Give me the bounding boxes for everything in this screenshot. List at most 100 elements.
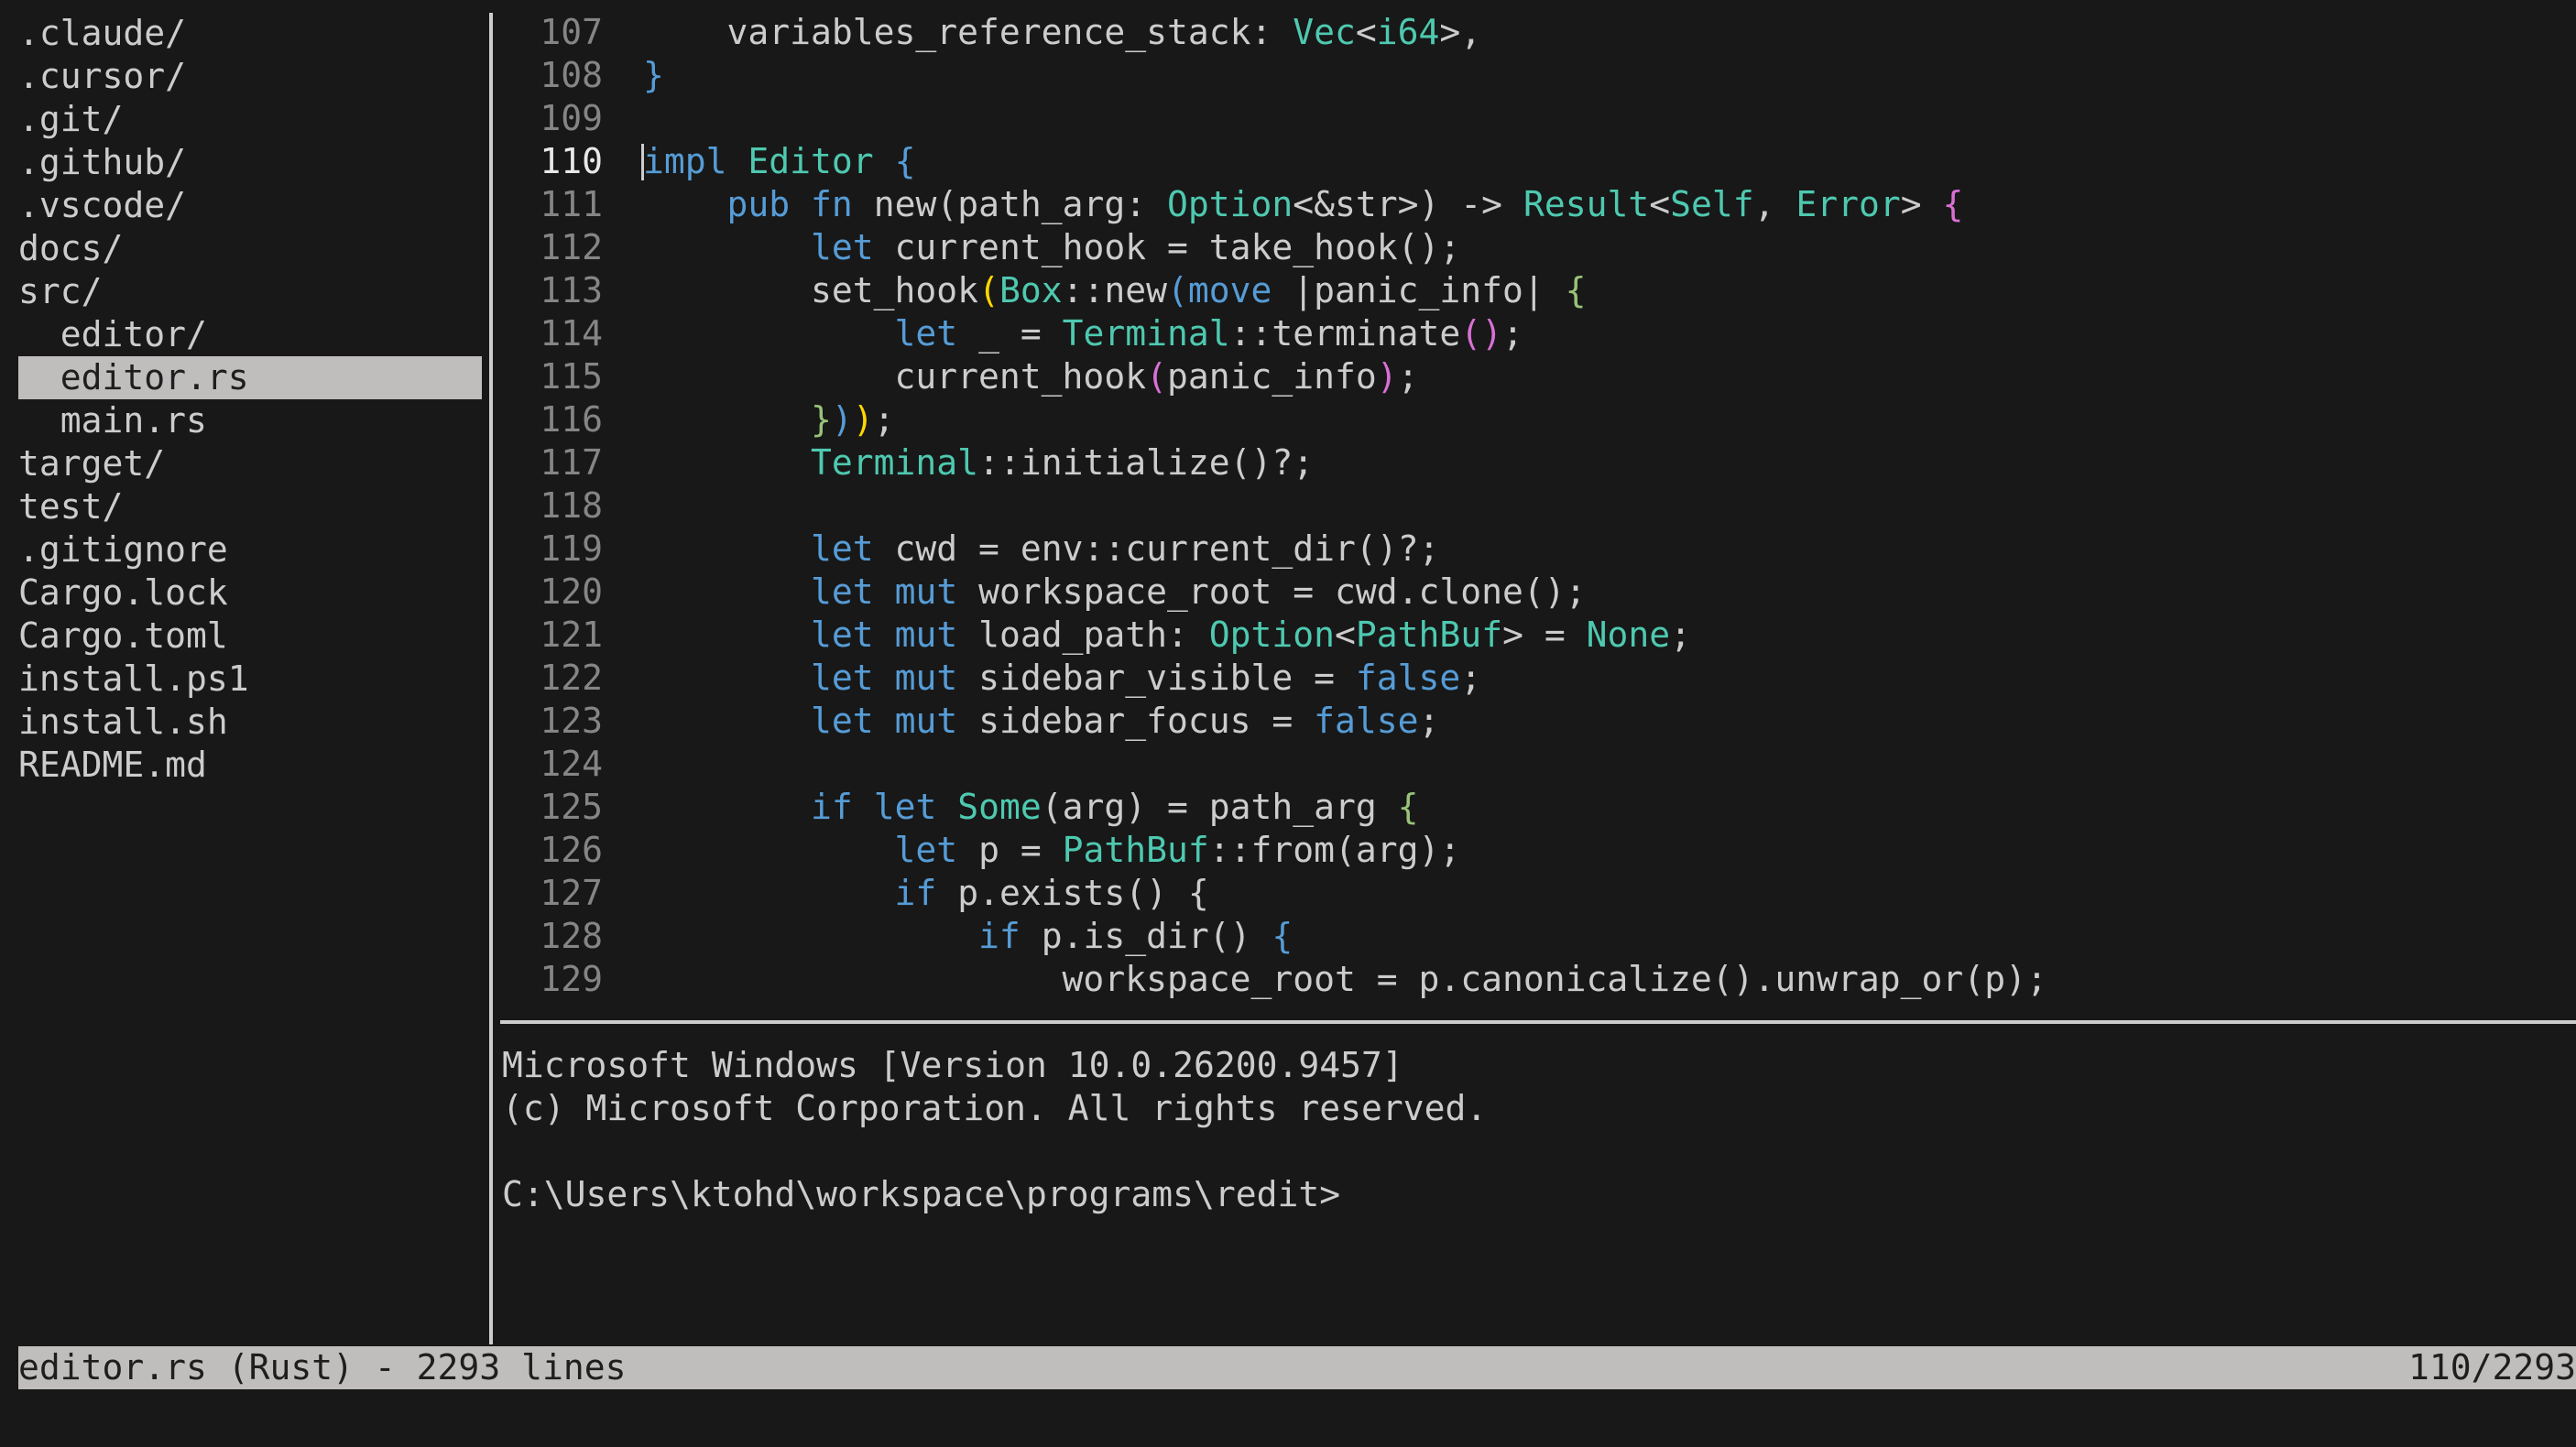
code-text: })); (643, 398, 895, 441)
line-number: 124 (540, 744, 603, 784)
code-token: current_hook = take_hook(); (873, 227, 1461, 267)
code-token: ; (1670, 615, 1691, 655)
code-token: Some (957, 787, 1042, 827)
code-token: fn (811, 184, 853, 224)
code-token: ( (1146, 356, 1167, 397)
code-editor[interactable]: 107 variables_reference_stack: Vec<i64>,… (495, 11, 2576, 1018)
code-token: { (894, 141, 916, 181)
code-text: let mut workspace_root = cwd.clone(); (643, 571, 1587, 614)
line-number: 125 (540, 787, 603, 827)
line-number: 126 (540, 830, 603, 870)
code-token: let (894, 313, 958, 354)
tree-folder-item[interactable]: src/ (18, 270, 482, 313)
tree-file-item[interactable]: install.ps1 (18, 658, 482, 701)
tree-folder-item[interactable]: editor/ (18, 313, 482, 356)
code-token: ::from(arg); (1208, 830, 1461, 870)
code-text: } (643, 54, 664, 97)
code-token: (arg) = path_arg (1041, 787, 1398, 827)
tree-file-item[interactable]: install.sh (18, 701, 482, 744)
code-text: let p = PathBuf::from(arg); (643, 829, 1461, 872)
code-token: { (1942, 184, 1964, 224)
tree-folder-item[interactable]: .claude/ (18, 12, 482, 55)
terminal-panel[interactable]: Microsoft Windows [Version 10.0.26200.94… (502, 1044, 2576, 1337)
code-token: let (873, 787, 937, 827)
code-token: { (1397, 787, 1419, 827)
code-token: pub (726, 184, 791, 224)
line-number: 120 (540, 571, 603, 612)
code-token: < (1355, 12, 1377, 52)
tree-file-item[interactable]: Cargo.toml (18, 615, 482, 658)
tree-file-item[interactable]: Cargo.lock (18, 571, 482, 615)
code-token: move (1187, 270, 1272, 310)
code-token: Box (999, 270, 1063, 310)
code-token: mut (894, 615, 958, 655)
code-token: let (811, 227, 874, 267)
line-number: 115 (540, 356, 603, 397)
code-token: >, (1439, 12, 1482, 52)
code-token: > (1900, 184, 1943, 224)
tree-folder-item[interactable]: docs/ (18, 227, 482, 270)
code-token: , (1753, 184, 1796, 224)
code-token: if (894, 873, 937, 913)
code-token: ( (978, 270, 999, 310)
tree-folder-item[interactable]: .cursor/ (18, 55, 482, 98)
terminal-output-line: (c) Microsoft Corporation. All rights re… (502, 1088, 1488, 1128)
tree-file-item[interactable]: editor.rs (18, 356, 482, 399)
code-token: Editor (748, 141, 874, 181)
tree-file-item[interactable]: README.md (18, 744, 482, 787)
code-text: if p.exists() { (643, 872, 1209, 915)
code-token: PathBuf (1355, 615, 1503, 655)
terminal-prompt: C:\Users\ktohd\workspace\programs\redit> (502, 1174, 1341, 1214)
code-token: mut (894, 658, 958, 698)
line-number: 129 (540, 959, 603, 999)
line-number: 121 (540, 615, 603, 655)
code-token: workspace_root = cwd.clone(); (957, 571, 1587, 612)
tree-folder-item[interactable]: test/ (18, 485, 482, 528)
terminal-output-line: Microsoft Windows [Version 10.0.26200.94… (502, 1045, 1403, 1085)
code-token: mut (894, 571, 958, 612)
tree-file-item[interactable]: main.rs (18, 399, 482, 442)
code-token: () (1460, 313, 1503, 354)
code-text: let mut sidebar_visible = false; (643, 657, 1481, 700)
code-token: ::initialize()?; (978, 442, 1315, 483)
code-token: Error (1796, 184, 1901, 224)
code-token: Result (1523, 184, 1650, 224)
tree-folder-item[interactable]: target/ (18, 442, 482, 485)
code-token: variables_reference_stack: (643, 12, 1293, 52)
code-token: ) (852, 399, 874, 440)
tree-folder-item[interactable]: .vscode/ (18, 184, 482, 227)
tree-folder-item[interactable]: .github/ (18, 141, 482, 184)
line-number: 111 (540, 184, 603, 224)
code-token: } (811, 399, 832, 440)
sidebar-divider[interactable] (489, 13, 493, 1344)
editor-terminal-divider[interactable] (500, 1020, 2576, 1024)
code-token: ; (1502, 313, 1523, 354)
tree-folder-item[interactable]: .git/ (18, 98, 482, 141)
status-bar: editor.rs (Rust) - 2293 lines 110/2293 (18, 1346, 2576, 1389)
tree-file-item[interactable]: .gitignore (18, 528, 482, 571)
code-token: sidebar_focus = (957, 701, 1315, 741)
code-token: Option (1208, 615, 1336, 655)
code-token: ; (1460, 658, 1482, 698)
line-number: 116 (540, 399, 603, 440)
code-token: set_hook (643, 270, 979, 310)
code-token: ; (1418, 701, 1440, 741)
code-token: new(path_arg: (852, 184, 1167, 224)
code-token: mut (894, 701, 958, 741)
code-token: if (811, 787, 853, 827)
code-token: { (1272, 916, 1293, 956)
line-number: 107 (540, 12, 603, 52)
code-text: let cwd = env::current_dir()?; (643, 528, 1439, 571)
status-file-info: editor.rs (Rust) - 2293 lines (18, 1347, 627, 1387)
